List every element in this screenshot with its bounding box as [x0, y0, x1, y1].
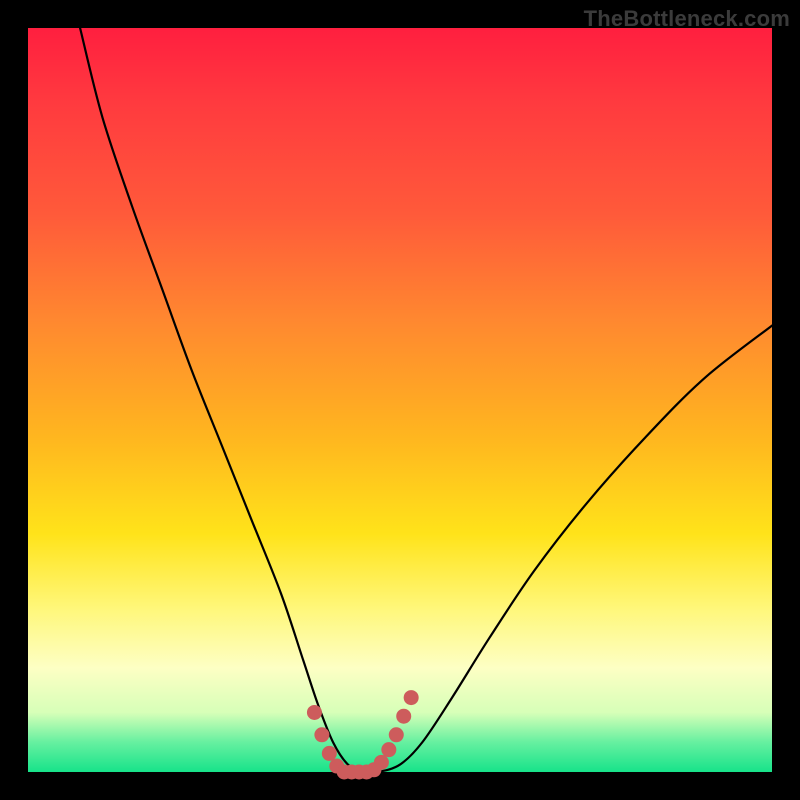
- chart-frame: TheBottleneck.com: [0, 0, 800, 800]
- curve-svg: [28, 28, 772, 772]
- bottleneck-curve: [80, 28, 772, 773]
- plot-area: [28, 28, 772, 772]
- valley-highlight: [307, 690, 419, 779]
- valley-dot: [314, 727, 329, 742]
- valley-dot: [374, 755, 389, 770]
- valley-dot: [404, 690, 419, 705]
- valley-dot: [396, 709, 411, 724]
- valley-dot: [381, 742, 396, 757]
- valley-dot: [322, 746, 337, 761]
- valley-dot: [307, 705, 322, 720]
- valley-dot: [389, 727, 404, 742]
